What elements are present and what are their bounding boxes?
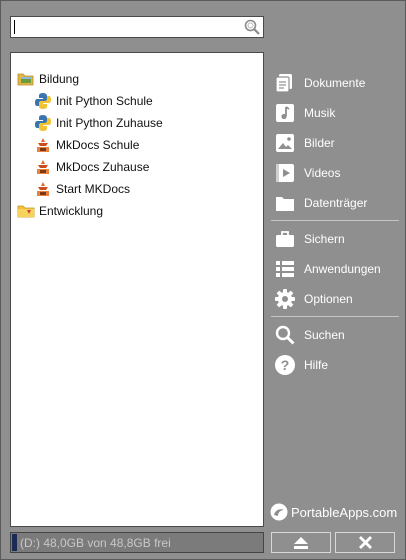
search-icon xyxy=(275,325,295,345)
menu-optionen[interactable]: Optionen xyxy=(271,286,399,312)
drive-status-bar: (D:) 48,0GB von 48,8GB frei xyxy=(10,532,264,553)
menu-label: Datenträger xyxy=(304,196,368,210)
menu-bilder[interactable]: Bilder xyxy=(271,130,399,156)
menu-label: Sichern xyxy=(304,232,345,246)
gear-icon xyxy=(275,289,295,309)
menu-hilfe[interactable]: ? Hilfe xyxy=(271,352,399,378)
tree-item[interactable]: MkDocs Schule xyxy=(34,135,139,155)
help-icon: ? xyxy=(275,355,295,375)
folder-icon xyxy=(276,197,294,211)
search-icon[interactable] xyxy=(243,18,261,36)
tree-item[interactable]: Start MKDocs xyxy=(34,179,130,199)
mkdocs-icon xyxy=(37,182,49,196)
list-icon xyxy=(276,261,294,277)
menu-sichern[interactable]: Sichern xyxy=(271,226,399,252)
portableapps-menu-window: Bildung Init Python Schule Init Python Z… xyxy=(0,0,406,560)
portableapps-brand[interactable]: PortableApps.com xyxy=(270,501,397,523)
folder-icon xyxy=(17,205,35,218)
menu-anwendungen[interactable]: Anwendungen xyxy=(271,256,399,282)
disk-usage-fill xyxy=(12,534,17,551)
tree-item-label: Init Python Zuhause xyxy=(56,116,163,130)
python-icon xyxy=(35,93,51,109)
menu-label: Videos xyxy=(304,166,341,180)
drive-status-text: (D:) 48,0GB von 48,8GB frei xyxy=(20,536,171,550)
mkdocs-icon xyxy=(37,138,49,152)
briefcase-icon xyxy=(276,231,294,247)
brand-name: PortableApps.com xyxy=(291,504,398,520)
tree-item[interactable]: Init Python Schule xyxy=(34,91,153,111)
tree-item-label: MkDocs Schule xyxy=(56,138,140,152)
mkdocs-icon xyxy=(37,160,49,174)
tree-folder-label: Entwicklung xyxy=(39,204,104,218)
tree-item-label: Init Python Schule xyxy=(56,94,153,108)
documents-icon xyxy=(275,74,292,93)
pictures-icon xyxy=(276,134,294,152)
portableapps-logo-icon xyxy=(270,503,288,521)
menu-suchen[interactable]: Suchen xyxy=(271,322,399,348)
tree-item-label: Start MKDocs xyxy=(56,182,131,196)
menu-label: Musik xyxy=(304,106,336,120)
menu-datentraeger[interactable]: Datenträger xyxy=(271,190,399,216)
videos-icon xyxy=(276,164,294,182)
menu-label: Suchen xyxy=(304,328,345,342)
menu-label: Dokumente xyxy=(304,76,366,90)
search-input[interactable] xyxy=(14,19,242,35)
menu-musik[interactable]: Musik xyxy=(271,100,399,126)
menu-separator xyxy=(271,220,399,221)
menu-label: Hilfe xyxy=(304,358,329,372)
menu-label: Optionen xyxy=(304,292,353,306)
text-caret xyxy=(14,20,15,34)
tree-folder-bildung[interactable]: Bildung xyxy=(17,69,79,89)
eject-button[interactable] xyxy=(271,532,331,553)
tree-folder-entwicklung[interactable]: Entwicklung xyxy=(17,201,103,221)
music-icon xyxy=(276,104,294,122)
app-tree: Bildung Init Python Schule Init Python Z… xyxy=(10,52,264,527)
tree-folder-label: Bildung xyxy=(39,72,80,86)
menu-dokumente[interactable]: Dokumente xyxy=(271,70,399,96)
close-button[interactable] xyxy=(335,532,395,553)
python-icon xyxy=(35,115,51,131)
tree-item[interactable]: Init Python Zuhause xyxy=(34,113,163,133)
close-icon xyxy=(358,536,372,549)
tree-item[interactable]: MkDocs Zuhause xyxy=(34,157,149,177)
eject-icon xyxy=(294,536,308,549)
menu-videos[interactable]: Videos xyxy=(271,160,399,186)
open-folder-icon xyxy=(17,73,34,86)
menu-label: Bilder xyxy=(304,136,335,150)
menu-separator xyxy=(271,316,399,317)
tree-item-label: MkDocs Zuhause xyxy=(56,160,150,174)
search-box[interactable] xyxy=(10,16,264,38)
svg-text:?: ? xyxy=(281,357,290,373)
menu-label: Anwendungen xyxy=(304,262,381,276)
